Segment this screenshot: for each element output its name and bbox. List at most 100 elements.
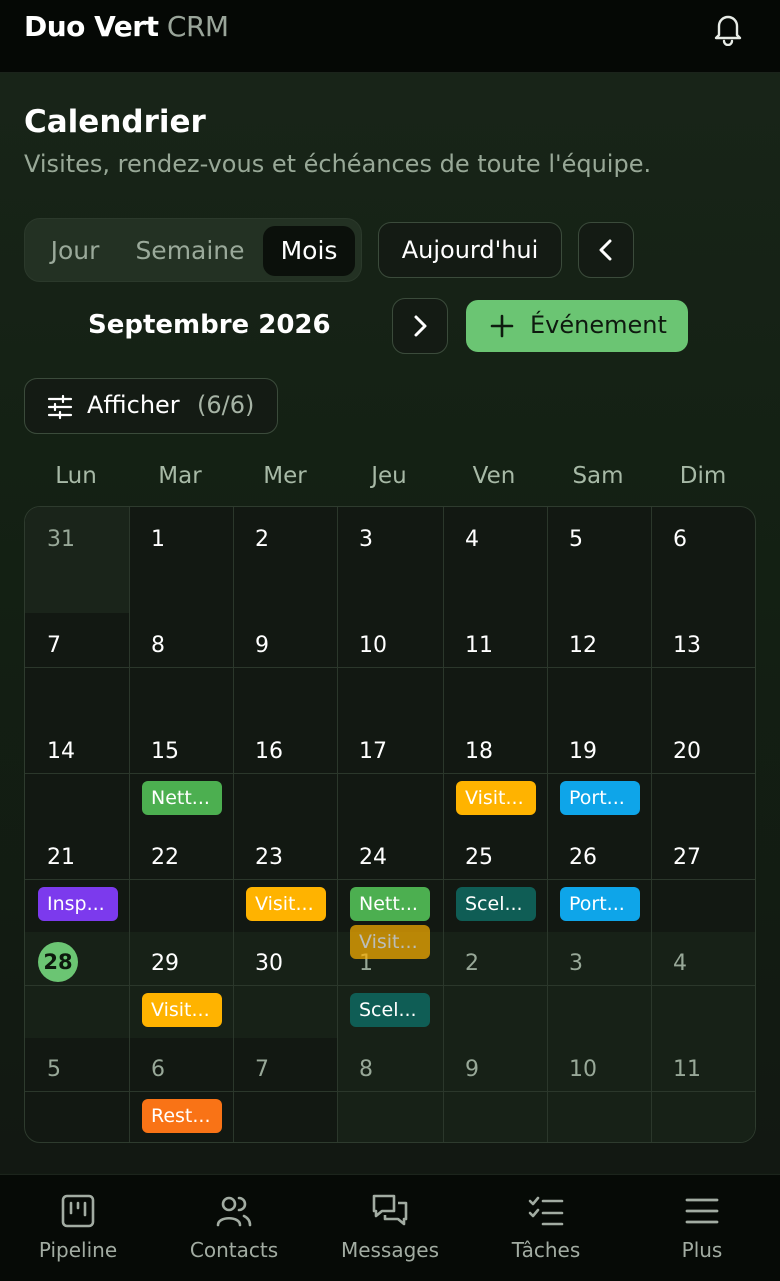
- nav-label: Messages: [340, 1238, 440, 1262]
- new-event-button[interactable]: Événement: [466, 300, 688, 352]
- day-cell[interactable]: 6: [651, 507, 755, 613]
- filter-button[interactable]: Afficher (6/6): [24, 378, 278, 434]
- day-number: 31: [47, 527, 75, 552]
- day-number: 10: [359, 633, 387, 658]
- sliders-icon: [47, 394, 73, 420]
- day-number: 6: [673, 527, 687, 552]
- calendar-event[interactable]: Visit...: [456, 781, 536, 815]
- day-cell[interactable]: 10: [337, 613, 441, 719]
- day-cell[interactable]: 14: [25, 719, 129, 825]
- nav-contacts[interactable]: Contacts: [156, 1175, 312, 1281]
- day-number: 15: [151, 739, 179, 764]
- day-cell[interactable]: 7: [25, 613, 129, 719]
- day-number: 14: [47, 739, 75, 764]
- weekday-header: Jeu: [371, 463, 407, 489]
- calendar-event[interactable]: Visit...: [142, 993, 222, 1027]
- kanban-icon: [61, 1194, 95, 1228]
- day-number: 1: [151, 527, 165, 552]
- day-cell-today[interactable]: 28: [25, 931, 129, 1037]
- nav-tasks[interactable]: Tâches: [468, 1175, 624, 1281]
- day-number: 11: [465, 633, 493, 658]
- chevron-left-icon: [599, 239, 612, 261]
- day-cell[interactable]: 8: [129, 613, 233, 719]
- day-number: 6: [151, 1057, 165, 1082]
- calendar-event[interactable]: Scel...: [350, 993, 430, 1027]
- plus-icon: [490, 314, 514, 338]
- day-cell[interactable]: 27: [651, 825, 755, 931]
- nav-label: Tâches: [511, 1238, 581, 1262]
- menu-icon: [685, 1198, 719, 1224]
- day-cell[interactable]: 9: [443, 1037, 547, 1142]
- day-number: 30: [255, 951, 283, 976]
- today-button[interactable]: Aujourd'hui: [378, 222, 562, 278]
- notifications-button[interactable]: [710, 12, 746, 47]
- day-cell[interactable]: 22: [129, 825, 233, 931]
- day-number: 8: [151, 633, 165, 658]
- day-cell[interactable]: 4: [651, 931, 755, 1037]
- day-cell[interactable]: 30: [233, 931, 337, 1037]
- calendar-event[interactable]: Nett...: [350, 887, 430, 921]
- weekday-header: Ven: [472, 463, 516, 489]
- tab-month[interactable]: Mois: [263, 226, 355, 276]
- day-cell[interactable]: 2: [233, 507, 337, 613]
- weekday-header: Dim: [679, 463, 727, 489]
- day-cell[interactable]: 31: [25, 507, 129, 613]
- day-number: 10: [569, 1057, 597, 1082]
- messages-icon: [372, 1194, 408, 1226]
- day-cell[interactable]: 3: [337, 507, 441, 613]
- day-number: 9: [465, 1057, 479, 1082]
- tab-day[interactable]: Jour: [37, 226, 113, 276]
- day-cell[interactable]: 7: [233, 1037, 337, 1142]
- today-badge: 28: [38, 942, 78, 982]
- day-cell[interactable]: 9: [233, 613, 337, 719]
- day-number: 22: [151, 845, 179, 870]
- bell-icon: [714, 15, 742, 47]
- weekday-header: Lun: [55, 463, 97, 489]
- day-cell[interactable]: 17: [337, 719, 441, 825]
- calendar-event[interactable]: Scel...: [456, 887, 536, 921]
- day-cell[interactable]: 12: [547, 613, 651, 719]
- day-cell[interactable]: 11: [651, 1037, 755, 1142]
- day-cell[interactable]: 13: [651, 613, 755, 719]
- day-cell[interactable]: 5: [25, 1037, 129, 1142]
- calendar-event[interactable]: Insp...: [38, 887, 118, 921]
- filter-count: (6/6): [197, 391, 255, 419]
- day-cell[interactable]: 5: [547, 507, 651, 613]
- day-number: 12: [569, 633, 597, 658]
- view-switcher: Jour Semaine Mois: [24, 218, 362, 282]
- brand-name: Duo Vert: [24, 10, 159, 43]
- calendar-event[interactable]: Rest...: [142, 1099, 222, 1133]
- day-cell[interactable]: 16: [233, 719, 337, 825]
- calendar-event[interactable]: Port...: [560, 887, 640, 921]
- day-cell[interactable]: 3: [547, 931, 651, 1037]
- calendar-event[interactable]: Nett...: [142, 781, 222, 815]
- calendar-event[interactable]: Port...: [560, 781, 640, 815]
- month-grid: 31 1 2 3 4 5 6 7 8 9 10 11 12 13 14 15 1…: [24, 506, 756, 1143]
- day-number: 7: [255, 1057, 269, 1082]
- day-cell[interactable]: 10: [547, 1037, 651, 1142]
- calendar-event[interactable]: Visit...: [350, 925, 430, 959]
- day-number: 24: [359, 845, 387, 870]
- nav-messages[interactable]: Messages: [312, 1175, 468, 1281]
- day-cell[interactable]: 4: [443, 507, 547, 613]
- day-cell[interactable]: 20: [651, 719, 755, 825]
- nav-more[interactable]: Plus: [624, 1175, 780, 1281]
- calendar-event[interactable]: Visit...: [246, 887, 326, 921]
- day-number: 4: [465, 527, 479, 552]
- nav-pipeline[interactable]: Pipeline: [0, 1175, 156, 1281]
- next-month-button[interactable]: [392, 298, 448, 354]
- users-icon: [216, 1196, 252, 1227]
- day-cell[interactable]: 1: [129, 507, 233, 613]
- previous-month-button[interactable]: [578, 222, 634, 278]
- nav-label: Plus: [681, 1238, 723, 1262]
- day-cell[interactable]: 2: [443, 931, 547, 1037]
- day-number: 3: [359, 527, 373, 552]
- nav-label: Contacts: [189, 1238, 279, 1262]
- page-title: Calendrier: [24, 104, 206, 140]
- chevron-right-icon: [414, 315, 427, 337]
- day-cell[interactable]: 11: [443, 613, 547, 719]
- brand-logo[interactable]: Duo Vert CRM: [24, 10, 229, 43]
- day-cell[interactable]: 8: [337, 1037, 441, 1142]
- day-number: 11: [673, 1057, 701, 1082]
- tab-week[interactable]: Semaine: [123, 226, 257, 276]
